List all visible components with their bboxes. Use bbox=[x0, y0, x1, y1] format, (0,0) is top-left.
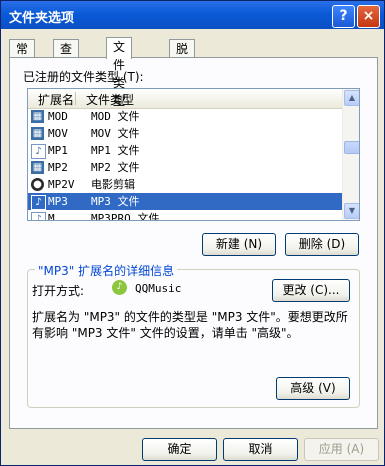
scroll-up-button[interactable]: ▲ bbox=[344, 90, 359, 106]
tab-general[interactable]: 常规 bbox=[9, 39, 36, 74]
window-title: 文件夹选项 bbox=[9, 11, 75, 26]
row-type: 电影剪辑 bbox=[91, 178, 135, 191]
qqmusic-icon: ♪ bbox=[112, 280, 127, 295]
media-file-icon: ▦ bbox=[31, 127, 44, 140]
row-extension: MP1 bbox=[48, 144, 68, 157]
list-item[interactable]: ♪ M MP3PRO 文件 bbox=[28, 210, 342, 221]
scroll-down-button[interactable]: ▼ bbox=[344, 203, 359, 219]
row-extension: MOD bbox=[48, 110, 68, 123]
apply-button[interactable]: 应用 (A) bbox=[304, 438, 379, 461]
cancel-button[interactable]: 取消 bbox=[223, 438, 298, 461]
details-title: "MP3" 扩展名的详细信息 bbox=[35, 262, 178, 279]
scroll-thumb[interactable] bbox=[344, 141, 359, 154]
row-type: MP1 文件 bbox=[91, 144, 140, 157]
chevron-up-icon: ▲ bbox=[348, 93, 356, 102]
details-description: 扩展名为 "MP3" 的文件的类型是 "MP3 文件"。要想更改所有影响 "MP… bbox=[32, 310, 348, 340]
help-button[interactable]: ? bbox=[332, 5, 355, 28]
tab-view[interactable]: 查看 bbox=[53, 39, 80, 74]
list-rows: ▦ MOD MOD 文件 ▦ MOV MOV 文件 ♪ MP1 MP1 文件 ▦… bbox=[28, 108, 342, 221]
change-button[interactable]: 更改 (C)... bbox=[272, 279, 350, 302]
row-type: MP3PRO 文件 bbox=[91, 212, 160, 221]
list-item[interactable]: ▦ MOV MOV 文件 bbox=[28, 125, 342, 142]
list-item-selected[interactable]: ♪ MP3 MP3 文件 bbox=[28, 193, 342, 210]
row-type: MOV 文件 bbox=[91, 127, 140, 140]
media-file-icon: ▦ bbox=[31, 110, 44, 123]
row-type: MP3 文件 bbox=[91, 195, 140, 208]
row-extension: M bbox=[48, 212, 55, 221]
close-icon: × bbox=[362, 8, 375, 24]
list-item[interactable]: ● MP2V 电影剪辑 bbox=[28, 176, 342, 193]
column-divider[interactable] bbox=[75, 92, 76, 105]
chevron-down-icon: ▼ bbox=[348, 206, 356, 215]
open-with-label: 打开方式: bbox=[32, 284, 85, 298]
row-extension: MP2 bbox=[48, 161, 68, 174]
delete-button[interactable]: 删除 (D) bbox=[285, 233, 359, 256]
close-button[interactable]: × bbox=[357, 5, 380, 28]
row-type: MP2 文件 bbox=[91, 161, 140, 174]
title-bar[interactable]: 文件夹选项 ? × bbox=[1, 1, 384, 29]
new-button[interactable]: 新建 (N) bbox=[202, 233, 276, 256]
ok-button[interactable]: 确定 bbox=[142, 438, 217, 461]
row-extension: MOV bbox=[48, 127, 68, 140]
row-extension: MP2V bbox=[48, 178, 75, 191]
list-header: 扩展名 文件类型 bbox=[28, 89, 342, 109]
help-icon: ? bbox=[339, 8, 348, 24]
column-header-file-type[interactable]: 文件类型 bbox=[86, 91, 134, 108]
file-types-list[interactable]: 扩展名 文件类型 ▦ MOD MOD 文件 ▦ MOV MOV 文件 ♪ MP1 bbox=[27, 88, 360, 221]
file-types-panel: 已注册的文件类型 (T): 扩展名 文件类型 ▦ MOD MOD 文件 ▦ MO… bbox=[9, 57, 378, 429]
advanced-button[interactable]: 高级 (V) bbox=[276, 377, 350, 400]
folder-options-window: 文件夹选项 ? × 常规 查看 文件类型 脱机文件 已注册的文件类型 (T): … bbox=[0, 0, 385, 466]
tab-offline-files[interactable]: 脱机文件 bbox=[169, 39, 196, 110]
vertical-scrollbar[interactable]: ▲ ▼ bbox=[342, 89, 359, 220]
audio-file-icon: ♪ bbox=[31, 195, 46, 210]
list-item[interactable]: ▦ MP2 MP2 文件 bbox=[28, 159, 342, 176]
column-header-extension[interactable]: 扩展名 bbox=[38, 91, 74, 108]
media-file-icon: ▦ bbox=[31, 161, 44, 174]
row-extension: MP3 bbox=[48, 195, 68, 208]
open-with-app-name: QQMusic bbox=[135, 282, 182, 295]
tab-file-types[interactable]: 文件类型 bbox=[106, 37, 133, 108]
registered-types-label: 已注册的文件类型 (T): bbox=[23, 70, 144, 84]
movie-clip-icon: ● bbox=[31, 178, 44, 191]
audio-file-icon: ♪ bbox=[31, 144, 46, 159]
list-item[interactable]: ♪ MP1 MP1 文件 bbox=[28, 142, 342, 159]
row-type: MOD 文件 bbox=[91, 110, 140, 123]
list-item[interactable]: ▦ MOD MOD 文件 bbox=[28, 108, 342, 125]
audio-file-icon: ♪ bbox=[31, 212, 46, 220]
